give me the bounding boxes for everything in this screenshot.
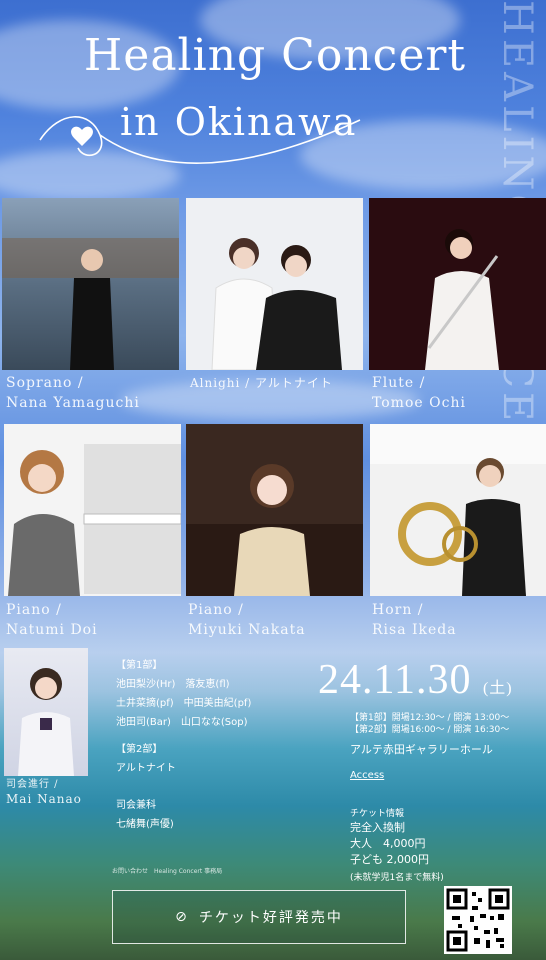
performer-role: Piano / — [6, 602, 62, 618]
part1-line: 土井菜摘(pf) 中田美由紀(pf) — [116, 698, 252, 709]
part1-line: 池田梨沙(Hr) 落友恵(fl) — [116, 679, 230, 690]
photo-piano-doi — [4, 424, 181, 596]
performer-4-label: Piano / Natumi Doi — [6, 600, 98, 640]
performer-role: Piano / — [188, 602, 244, 618]
performer-name: Natumi Doi — [6, 622, 98, 638]
concert-poster: HEALING CONCERT Healing Concert in Okina… — [0, 0, 546, 960]
ticket-note: (未就学児1名まで無料) — [350, 873, 444, 883]
event-date: 24.11.30 (土) — [318, 656, 513, 704]
schedule-part1: 【第1部】開場12:30〜 / 開演 13:00〜 — [350, 713, 510, 723]
photo-piano-nakata — [186, 424, 363, 596]
ticket-adult: 大人 4,000円 — [350, 837, 426, 850]
performer-role: Alnighi / アルトナイト — [190, 376, 333, 390]
ticket-info: チケット情報 完全入換制 大人 4,000円 子ども 2,000円 (未就学児1… — [350, 808, 444, 884]
performer-1-label: Soprano / Nana Yamaguchi — [6, 373, 140, 413]
schedule: 【第1部】開場12:30〜 / 開演 13:00〜 【第2部】開場16:00〜 … — [350, 712, 509, 736]
part2-label: 【第2部】 — [116, 744, 163, 755]
performer-3-label: Flute / Tomoe Ochi — [372, 373, 466, 413]
qr-code[interactable] — [444, 886, 512, 954]
part1-label: 【第1部】 — [116, 660, 163, 671]
ticket-child: 子ども 2,000円 — [350, 853, 429, 866]
photo-altnight — [186, 198, 363, 370]
performer-role: Soprano / — [6, 375, 84, 391]
part1-line: 池田司(Bar) 山口なな(Sop) — [116, 717, 248, 728]
link-icon: ⊘ — [175, 909, 189, 925]
performer-2-label: Alnighi / アルトナイト — [190, 373, 333, 393]
photo-soprano — [2, 198, 179, 370]
mc-label: 司会進行 / Mai Nanao — [6, 778, 82, 806]
mc-program-line: 七緒舞(声優) — [116, 819, 174, 830]
part2-line: アルトナイト — [116, 763, 176, 774]
photo-flute — [369, 198, 546, 370]
ticket-system: 完全入換制 — [350, 821, 405, 834]
weekday: (土) — [482, 680, 513, 697]
mc-role: 司会進行 / — [6, 779, 59, 790]
contact-info: お問い合わせ Healing Concert 事務局 — [112, 868, 223, 875]
mc-name: Mai Nanao — [6, 792, 82, 806]
title-line2: in Okinawa — [120, 100, 358, 144]
performer-5-label: Piano / Miyuki Nakata — [188, 600, 306, 640]
title-line1: Healing Concert — [83, 30, 467, 81]
program-list: 【第1部】 池田梨沙(Hr) 落友恵(fl) 土井菜摘(pf) 中田美由紀(pf… — [116, 656, 251, 834]
performer-role: Horn / — [372, 602, 424, 618]
performer-role: Flute / — [372, 375, 426, 391]
ticket-sale-label: チケット好評発売中 — [198, 910, 343, 926]
performer-6-label: Horn / Risa Ikeda — [372, 600, 457, 640]
venue: アルテ赤田ギャラリーホール — [350, 743, 493, 756]
mc-program-label: 司会兼科 — [116, 800, 156, 811]
schedule-part2: 【第2部】開場16:00〜 / 開演 16:30〜 — [350, 725, 510, 735]
performer-name: Miyuki Nakata — [188, 622, 306, 638]
ticket-label: チケット情報 — [350, 809, 405, 819]
performer-name: Nana Yamaguchi — [6, 395, 140, 411]
performer-name: Tomoe Ochi — [372, 395, 466, 411]
photo-horn — [370, 424, 546, 596]
photo-mc — [4, 648, 88, 776]
access-label: Access — [350, 770, 385, 781]
date-value: 24.11.30 — [318, 657, 472, 703]
performer-name: Risa Ikeda — [372, 622, 457, 638]
ticket-sale-button[interactable]: ⊘ チケット好評発売中 — [112, 890, 406, 944]
